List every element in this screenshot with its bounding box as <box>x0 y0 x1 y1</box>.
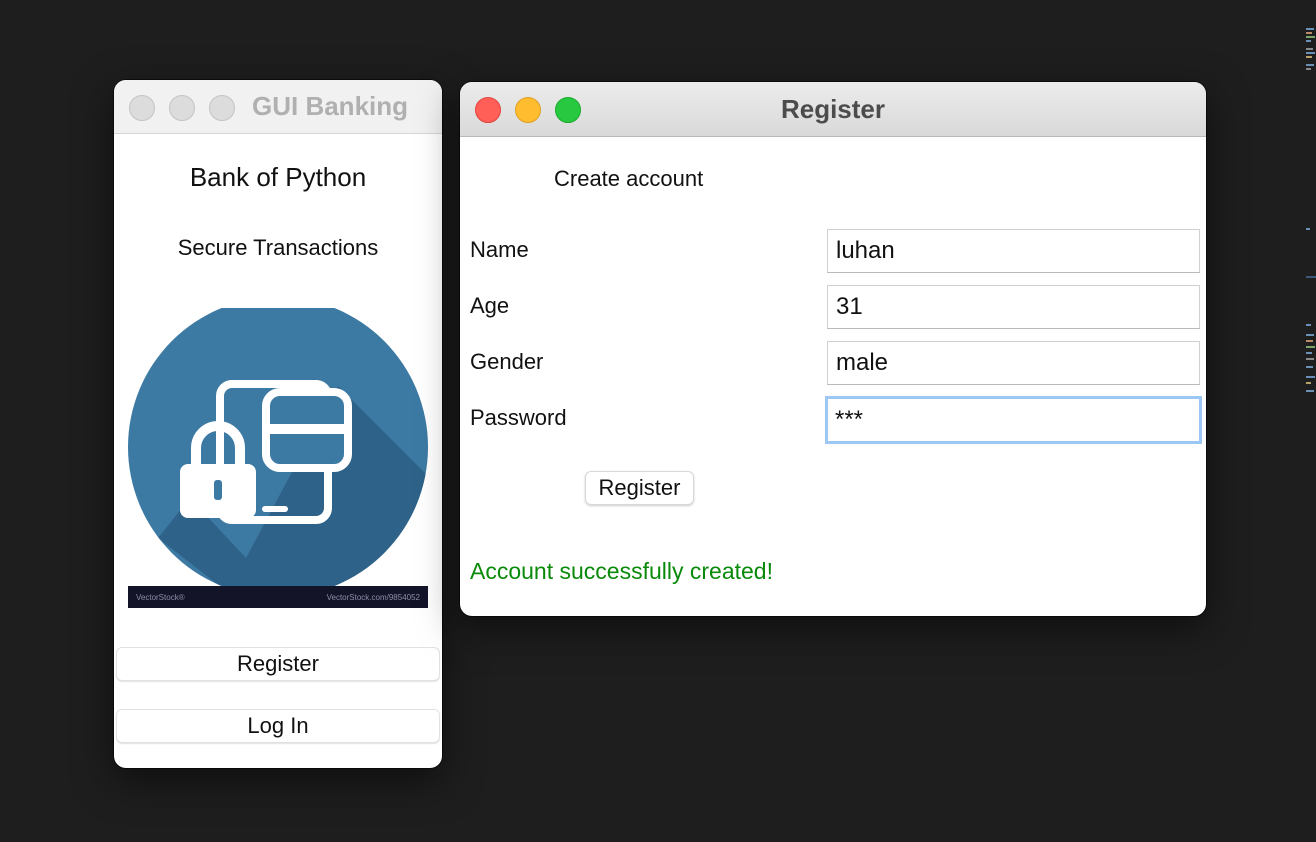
password-field[interactable] <box>825 396 1202 444</box>
minimize-button[interactable] <box>515 97 541 123</box>
zoom-button[interactable] <box>209 95 235 121</box>
age-field[interactable] <box>827 285 1200 329</box>
register-window-titlebar[interactable]: Register <box>460 82 1206 137</box>
gender-field[interactable] <box>827 341 1200 385</box>
register-button[interactable]: Register <box>116 647 440 681</box>
bank-title: Bank of Python <box>189 162 367 192</box>
gender-label: Gender <box>470 349 544 374</box>
login-button[interactable]: Log In <box>116 709 440 743</box>
window-title: GUI Banking <box>252 91 409 121</box>
create-account-heading: Create account <box>554 166 704 191</box>
name-label: Name <box>470 237 529 262</box>
register-submit-button[interactable]: Register <box>585 471 694 505</box>
watermark-left: VectorStock® <box>136 592 185 602</box>
age-label: Age <box>470 293 510 318</box>
minimize-button[interactable] <box>169 95 195 121</box>
main-window: GUI Banking Bank of Python Secure Transa… <box>114 80 442 768</box>
password-label: Password <box>470 405 567 430</box>
zoom-button[interactable] <box>555 97 581 123</box>
editor-minimap <box>1306 22 1316 422</box>
close-button[interactable] <box>129 95 155 121</box>
register-window: Register Create account Name Age Gender … <box>460 82 1206 616</box>
bank-logo-image: VectorStock® VectorStock.com/9854052 <box>128 308 428 608</box>
close-button[interactable] <box>475 97 501 123</box>
name-field[interactable] <box>827 229 1200 273</box>
window-title: Register <box>780 93 886 124</box>
main-window-titlebar[interactable]: GUI Banking <box>114 80 442 134</box>
secure-payment-lock-card-icon <box>128 308 428 597</box>
bank-subtitle: Secure Transactions <box>177 235 379 260</box>
logo-watermark: VectorStock® VectorStock.com/9854052 <box>128 586 428 608</box>
watermark-right: VectorStock.com/9854052 <box>326 592 420 602</box>
status-message: Account successfully created! <box>470 558 773 584</box>
